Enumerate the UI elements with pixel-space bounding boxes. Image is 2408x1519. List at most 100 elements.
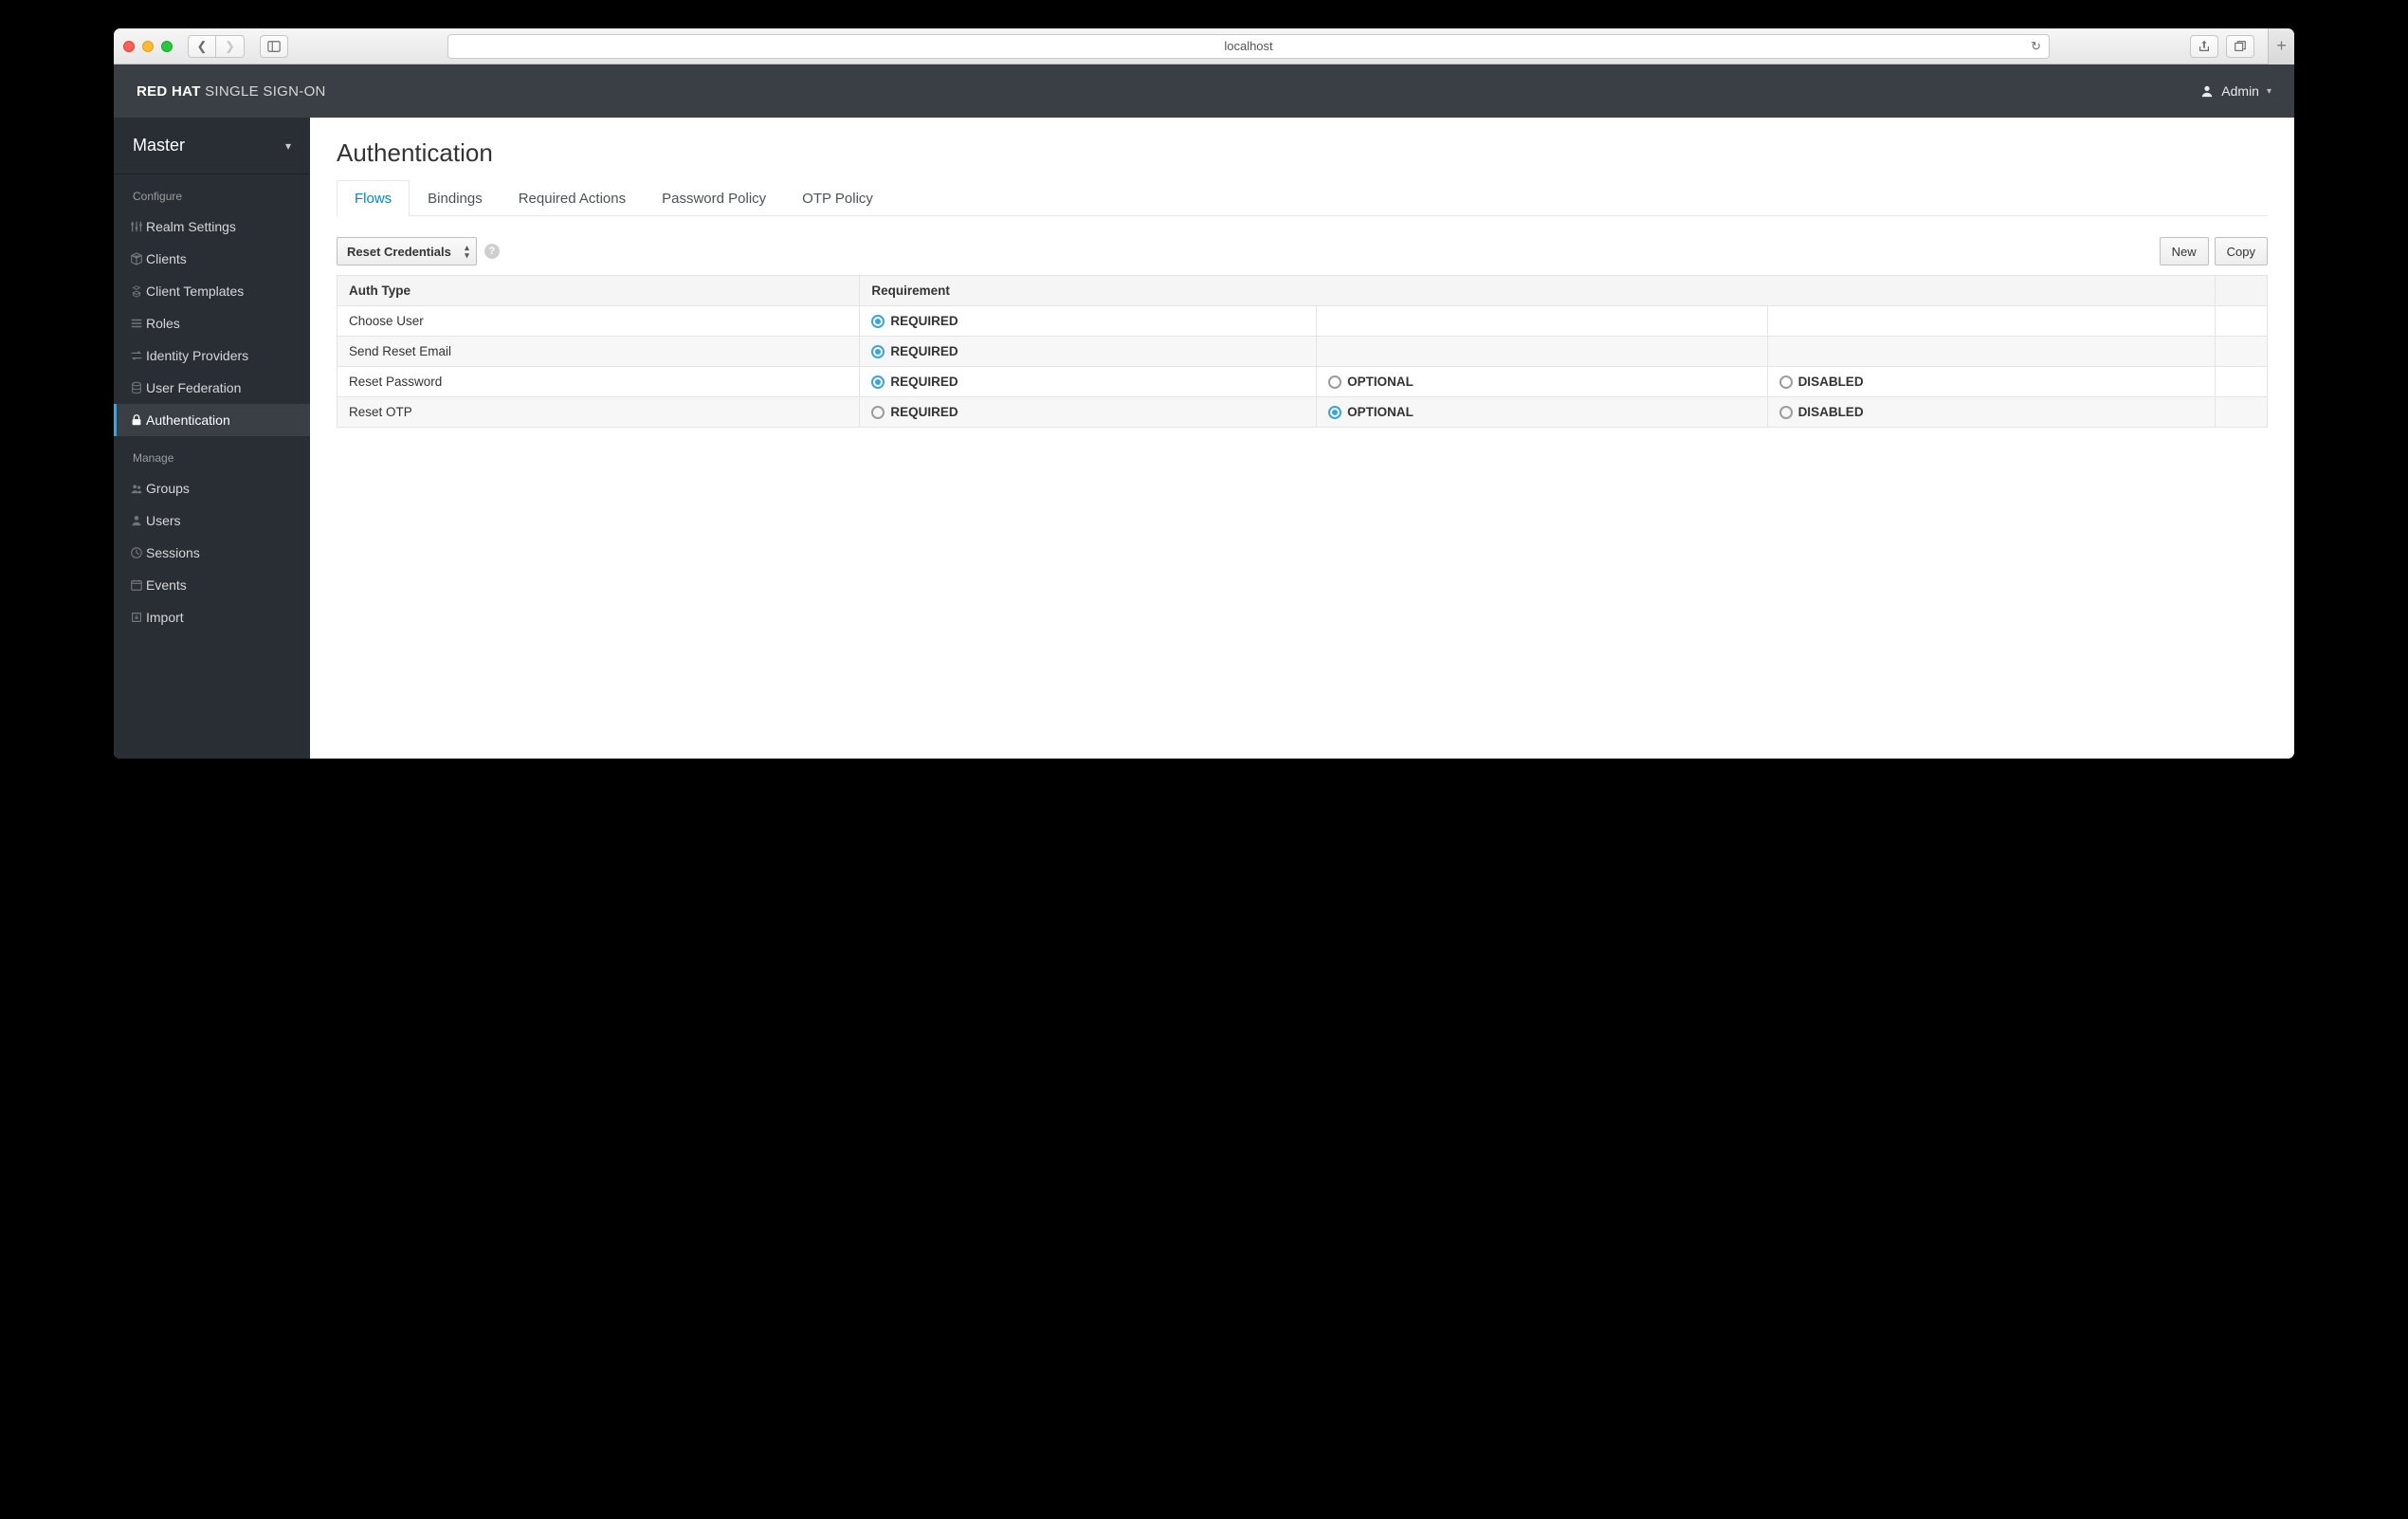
requirement-option-required[interactable]: REQUIRED [871, 314, 1304, 328]
browser-titlebar: ❮ ❯ localhost ↻ + [114, 28, 2294, 64]
sidebar-item-groups[interactable]: Groups [114, 472, 310, 504]
requirement-option-disabled[interactable]: DISABLED [1779, 405, 2203, 419]
flow-table: Auth Type Requirement Choose UserREQUIRE… [337, 275, 2268, 428]
user-icon [2200, 84, 2214, 98]
sidebar: Master ▾ Configure Realm Settings Client… [114, 118, 310, 759]
sidebar-toggle-button[interactable] [260, 35, 288, 58]
sidebar-item-realm-settings[interactable]: Realm Settings [114, 210, 310, 243]
requirement-option-optional[interactable]: OPTIONAL [1328, 375, 1755, 389]
share-button[interactable] [2190, 35, 2218, 58]
sidebar-item-label: User Federation [146, 380, 241, 395]
sidebar-item-sessions[interactable]: Sessions [114, 537, 310, 569]
sidebar-item-clients[interactable]: Clients [114, 243, 310, 275]
radio-icon[interactable] [871, 375, 885, 389]
address-bar[interactable]: localhost ↻ [447, 34, 2050, 59]
sidebar-item-import[interactable]: Import [114, 601, 310, 633]
requirement-option-required[interactable]: REQUIRED [871, 405, 1304, 419]
sidebar-item-roles[interactable]: Roles [114, 307, 310, 339]
requirement-cell: OPTIONAL [1317, 397, 1767, 428]
lock-icon [129, 413, 144, 427]
tab-password-policy[interactable]: Password Policy [644, 180, 784, 216]
import-icon [129, 611, 144, 624]
cube-icon [129, 252, 144, 265]
table-row: Choose UserREQUIRED [337, 306, 2268, 337]
tab-bindings[interactable]: Bindings [410, 180, 501, 216]
requirement-cell: OPTIONAL [1317, 367, 1767, 397]
radio-icon[interactable] [871, 315, 885, 328]
list-icon [129, 317, 144, 330]
requirement-label: REQUIRED [890, 405, 958, 419]
tab-flows[interactable]: Flows [337, 180, 410, 216]
sidebar-item-label: Authentication [146, 412, 230, 428]
sidebar-item-user-federation[interactable]: User Federation [114, 372, 310, 404]
user-menu[interactable]: Admin ▾ [2200, 83, 2271, 99]
tab-otp-policy[interactable]: OTP Policy [784, 180, 891, 216]
sidebar-item-events[interactable]: Events [114, 569, 310, 601]
requirement-option-disabled[interactable]: DISABLED [1779, 375, 2203, 389]
radio-icon[interactable] [1328, 375, 1341, 389]
radio-icon[interactable] [1779, 375, 1793, 389]
requirement-option-required[interactable]: REQUIRED [871, 344, 1304, 358]
requirement-cell: REQUIRED [860, 306, 1317, 337]
row-actions-cell [2216, 306, 2268, 337]
share-icon [2198, 40, 2211, 53]
sidebar-item-identity-providers[interactable]: Identity Providers [114, 339, 310, 372]
section-configure-label: Configure [114, 174, 310, 210]
tab-required-actions[interactable]: Required Actions [501, 180, 644, 216]
sidebar-item-label: Groups [146, 481, 190, 496]
forward-button[interactable]: ❯ [216, 35, 245, 58]
requirement-cell [1767, 337, 2215, 367]
sidebar-item-label: Clients [146, 251, 187, 266]
new-button[interactable]: New [2160, 237, 2209, 265]
requirement-cell [1317, 306, 1767, 337]
flow-select[interactable]: Reset Credentials ▴▾ [337, 237, 477, 265]
radio-icon[interactable] [871, 406, 885, 419]
help-icon[interactable]: ? [484, 244, 500, 259]
requirement-label: REQUIRED [890, 314, 958, 328]
radio-icon[interactable] [1328, 406, 1341, 419]
new-tab-button[interactable]: + [2268, 28, 2294, 64]
browser-window: ❮ ❯ localhost ↻ + RED HAT SINGLE SIGN-ON [114, 28, 2294, 759]
col-auth-type: Auth Type [337, 276, 860, 306]
sidebar-item-authentication[interactable]: Authentication [114, 404, 310, 436]
auth-type-cell: Reset OTP [337, 397, 860, 428]
realm-selector[interactable]: Master ▾ [114, 118, 310, 174]
back-button[interactable]: ❮ [188, 35, 216, 58]
sidebar-item-label: Identity Providers [146, 348, 248, 363]
user-icon [129, 514, 144, 527]
close-window-button[interactable] [123, 41, 135, 52]
sidebar-item-client-templates[interactable]: Client Templates [114, 275, 310, 307]
requirement-option-optional[interactable]: OPTIONAL [1328, 405, 1755, 419]
app-header: RED HAT SINGLE SIGN-ON Admin ▾ [114, 64, 2294, 118]
requirement-option-required[interactable]: REQUIRED [871, 375, 1304, 389]
requirement-label: OPTIONAL [1347, 405, 1414, 419]
group-icon [129, 482, 144, 495]
minimize-window-button[interactable] [142, 41, 154, 52]
tabs-icon [2234, 40, 2247, 53]
user-name: Admin [2221, 83, 2259, 99]
requirement-label: REQUIRED [890, 344, 958, 358]
zoom-window-button[interactable] [161, 41, 173, 52]
copy-button[interactable]: Copy [2215, 237, 2268, 265]
sidebar-item-users[interactable]: Users [114, 504, 310, 537]
brand: RED HAT SINGLE SIGN-ON [137, 83, 326, 100]
requirement-cell: DISABLED [1767, 397, 2215, 428]
cubes-icon [129, 284, 144, 298]
chevron-down-icon: ▾ [285, 139, 291, 153]
clock-icon [129, 546, 144, 559]
flow-toolbar: Reset Credentials ▴▾ ? New Copy [337, 237, 2268, 265]
requirement-cell [1767, 306, 2215, 337]
reload-icon[interactable]: ↻ [2031, 39, 2041, 54]
table-row: Reset Password REQUIRED OPTIONAL DISABLED [337, 367, 2268, 397]
panel-icon [267, 40, 281, 53]
sidebar-item-label: Roles [146, 316, 180, 331]
sidebar-item-label: Client Templates [146, 284, 244, 299]
radio-icon[interactable] [1779, 406, 1793, 419]
tabs-button[interactable] [2226, 35, 2254, 58]
table-row: Reset OTP REQUIRED OPTIONAL DISABLED [337, 397, 2268, 428]
auth-type-cell: Reset Password [337, 367, 860, 397]
sidebar-item-label: Sessions [146, 545, 200, 560]
radio-icon[interactable] [871, 345, 885, 358]
row-actions-cell [2216, 397, 2268, 428]
database-icon [129, 381, 144, 394]
